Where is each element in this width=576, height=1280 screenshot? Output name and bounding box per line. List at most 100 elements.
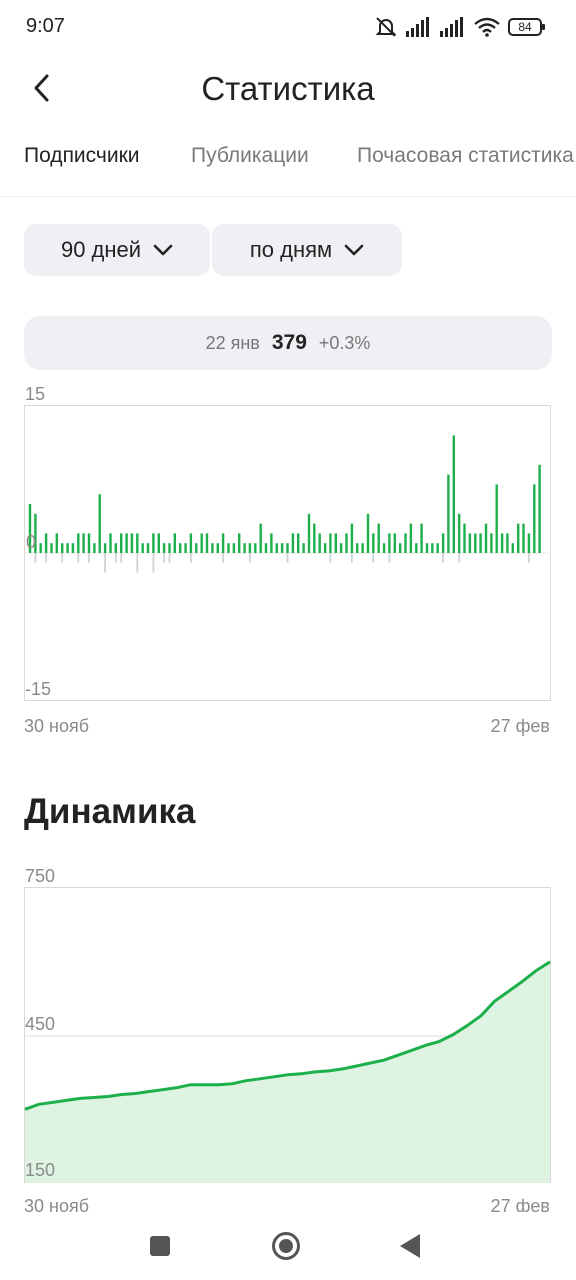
bar[interactable] <box>372 533 375 553</box>
bar[interactable] <box>431 543 434 553</box>
bar[interactable] <box>345 533 348 553</box>
bar[interactable] <box>254 543 257 553</box>
bar[interactable] <box>114 543 117 553</box>
bar[interactable] <box>243 543 246 553</box>
bar[interactable] <box>55 533 58 553</box>
bar-negative[interactable] <box>286 553 289 563</box>
bar[interactable] <box>259 523 262 553</box>
bar[interactable] <box>264 543 268 553</box>
bar[interactable] <box>130 533 134 553</box>
bar[interactable] <box>425 543 429 553</box>
bar[interactable] <box>533 484 536 553</box>
bar[interactable] <box>388 533 391 553</box>
bar-negative[interactable] <box>249 553 251 563</box>
bar[interactable] <box>232 543 236 553</box>
bar[interactable] <box>93 543 96 553</box>
bar-negative[interactable] <box>168 553 171 563</box>
recents-button[interactable] <box>144 1230 176 1262</box>
bar[interactable] <box>468 533 472 553</box>
bar[interactable] <box>270 533 273 553</box>
bar[interactable] <box>200 533 203 553</box>
bar[interactable] <box>522 523 525 553</box>
bar-negative[interactable] <box>77 553 80 563</box>
bar[interactable] <box>361 543 364 553</box>
bar[interactable] <box>248 543 252 553</box>
bar[interactable] <box>66 543 69 553</box>
bar-negative[interactable] <box>114 553 117 563</box>
bar[interactable] <box>297 533 300 553</box>
bar[interactable] <box>474 533 477 553</box>
home-button[interactable] <box>270 1230 302 1262</box>
bar-negative[interactable] <box>152 553 155 573</box>
bar[interactable] <box>339 543 343 553</box>
bar[interactable] <box>517 523 520 553</box>
bar[interactable] <box>329 533 332 553</box>
bar[interactable] <box>39 543 42 553</box>
bar-negative[interactable] <box>351 553 353 563</box>
bar[interactable] <box>120 533 123 553</box>
bar[interactable] <box>323 543 327 553</box>
bar[interactable] <box>103 543 107 553</box>
bar[interactable] <box>157 533 160 553</box>
bar[interactable] <box>463 523 466 553</box>
bar[interactable] <box>61 543 64 553</box>
bar-negative[interactable] <box>120 553 123 563</box>
bar[interactable] <box>399 543 402 553</box>
bar[interactable] <box>318 533 321 553</box>
bar[interactable] <box>205 533 209 553</box>
bar[interactable] <box>173 533 176 553</box>
bar[interactable] <box>286 543 289 553</box>
bar[interactable] <box>227 543 230 553</box>
bar[interactable] <box>211 543 214 553</box>
bar-negative[interactable] <box>222 553 224 563</box>
bar[interactable] <box>146 543 150 553</box>
bar[interactable] <box>313 523 316 553</box>
bar[interactable] <box>291 533 295 553</box>
bar[interactable] <box>334 533 337 553</box>
bar[interactable] <box>307 513 311 553</box>
system-back-button[interactable] <box>394 1230 426 1262</box>
bar[interactable] <box>162 543 166 553</box>
bar[interactable] <box>377 523 380 553</box>
bar[interactable] <box>189 533 193 553</box>
bar[interactable] <box>350 523 354 553</box>
bar-negative[interactable] <box>442 553 444 563</box>
bar[interactable] <box>280 543 284 553</box>
bar[interactable] <box>436 543 439 553</box>
bar[interactable] <box>506 533 509 553</box>
bar-negative[interactable] <box>34 553 37 563</box>
bar-negative[interactable] <box>372 553 375 563</box>
bar-negative[interactable] <box>104 553 106 573</box>
bar-negative[interactable] <box>329 553 332 563</box>
bar[interactable] <box>179 543 182 553</box>
bar[interactable] <box>275 543 278 553</box>
bar[interactable] <box>109 533 112 553</box>
bar[interactable] <box>98 494 101 553</box>
bar[interactable] <box>238 533 241 553</box>
bar[interactable] <box>495 484 498 553</box>
bar[interactable] <box>393 533 396 553</box>
bar[interactable] <box>216 543 219 553</box>
bar[interactable] <box>50 543 53 553</box>
bar-negative[interactable] <box>163 553 165 563</box>
bar[interactable] <box>441 533 445 553</box>
bar-negative[interactable] <box>190 553 192 563</box>
bar[interactable] <box>447 474 450 553</box>
bar[interactable] <box>366 513 370 553</box>
bar[interactable] <box>77 533 80 553</box>
bar[interactable] <box>195 543 198 553</box>
bar[interactable] <box>511 543 514 553</box>
bar[interactable] <box>82 533 85 553</box>
bar[interactable] <box>44 533 48 553</box>
bar-negative[interactable] <box>61 553 64 563</box>
bar[interactable] <box>458 513 461 553</box>
bar[interactable] <box>420 523 423 553</box>
bar-negative[interactable] <box>45 553 47 563</box>
bar[interactable] <box>452 435 455 553</box>
bar[interactable] <box>168 543 171 553</box>
bar[interactable] <box>415 543 418 553</box>
bar[interactable] <box>409 523 413 553</box>
bar[interactable] <box>479 533 482 553</box>
bar-negative[interactable] <box>88 553 90 563</box>
bar[interactable] <box>184 543 187 553</box>
